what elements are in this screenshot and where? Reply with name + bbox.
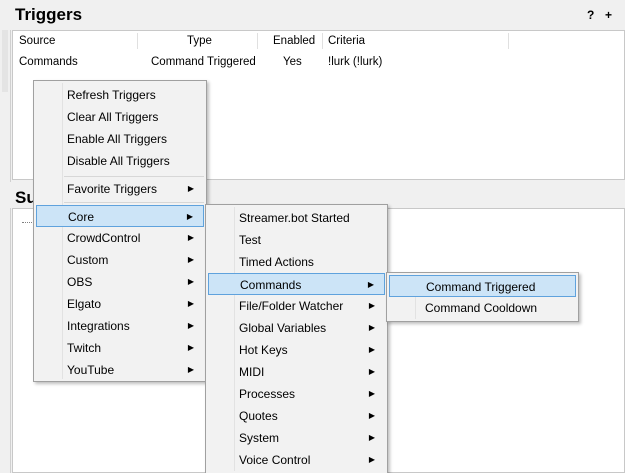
left-panel-scroll [2, 30, 8, 92]
triggers-title: Triggers [15, 5, 83, 24]
chevron-right-icon: ▶ [187, 299, 194, 308]
menu-item-processes[interactable]: Processes ▶ [208, 383, 385, 405]
menu-item-label: CrowdControl [67, 231, 141, 245]
chevron-right-icon: ▶ [368, 411, 375, 420]
chevron-right-icon: ▶ [187, 233, 194, 242]
menu-item-elgato[interactable]: Elgato ▶ [36, 293, 204, 315]
menu-item-label: Streamer.bot Started [239, 211, 350, 225]
menu-item-label: Processes [239, 387, 296, 401]
menu-item-label: OBS [67, 275, 93, 289]
menu-item-label: System [239, 431, 280, 445]
menu-item-clear-all-triggers[interactable]: Clear All Triggers [36, 106, 204, 128]
menu-item-label: Refresh Triggers [67, 88, 156, 102]
menu-item-obs[interactable]: OBS ▶ [36, 271, 204, 293]
column-header-source[interactable]: Source [19, 31, 55, 51]
menu-item-test[interactable]: Test [208, 229, 385, 251]
menu-item-label: File/Folder Watcher [239, 299, 344, 313]
menu-item-favorite-triggers[interactable]: Favorite Triggers ▶ [36, 178, 204, 200]
menu-item-youtube[interactable]: YouTube ▶ [36, 359, 204, 381]
menu-item-global-variables[interactable]: Global Variables ▶ [208, 317, 385, 339]
chevron-right-icon: ▶ [187, 365, 194, 374]
chevron-right-icon: ▶ [368, 433, 375, 442]
menu-item-label: Voice Control [239, 453, 311, 467]
menu-item-streamerbot-started[interactable]: Streamer.bot Started [208, 207, 385, 229]
column-header-enabled[interactable]: Enabled [273, 31, 315, 51]
column-separator[interactable] [322, 33, 323, 49]
menu-item-label: Command Triggered [426, 280, 536, 294]
menu-item-label: Clear All Triggers [67, 110, 159, 124]
chevron-right-icon: ▶ [368, 367, 375, 376]
triggers-header-icons: ? + [585, 8, 625, 24]
menu-item-label: Favorite Triggers [67, 182, 158, 196]
chevron-right-icon: ▶ [368, 301, 375, 310]
chevron-right-icon: ▶ [187, 321, 194, 330]
menu-item-command-triggered[interactable]: Command Triggered [389, 275, 576, 297]
menu-item-commands[interactable]: Commands ▶ [208, 273, 385, 295]
menu-item-label: Core [68, 210, 95, 224]
menu-item-integrations[interactable]: Integrations ▶ [36, 315, 204, 337]
cell-criteria[interactable]: !lurk (!lurk) [328, 53, 382, 71]
menu-item-label: MIDI [239, 365, 265, 379]
chevron-right-icon: ▶ [368, 323, 375, 332]
menu-item-midi[interactable]: MIDI ▶ [208, 361, 385, 383]
menu-item-label: Disable All Triggers [67, 154, 170, 168]
menu-item-label: Command Cooldown [425, 301, 538, 315]
menu-item-label: Hot Keys [239, 343, 288, 357]
context-menu-core: Streamer.bot Started Test Timed Actions … [205, 204, 388, 473]
menu-item-label: Commands [240, 278, 302, 292]
menu-item-custom[interactable]: Custom ▶ [36, 249, 204, 271]
menu-item-hot-keys[interactable]: Hot Keys ▶ [208, 339, 385, 361]
chevron-right-icon: ▶ [187, 255, 194, 264]
menu-item-label: Quotes [239, 409, 278, 423]
menu-item-label: Global Variables [239, 321, 327, 335]
chevron-right-icon: ▶ [187, 277, 194, 286]
cell-source[interactable]: Commands [19, 53, 78, 71]
menu-item-twitch[interactable]: Twitch ▶ [36, 337, 204, 359]
menu-item-core[interactable]: Core ▶ [36, 205, 204, 227]
context-menu-commands: Command Triggered Command Cooldown [386, 272, 579, 322]
menu-item-file-folder-watcher[interactable]: File/Folder Watcher ▶ [208, 295, 385, 317]
help-icon[interactable]: ? [587, 8, 594, 22]
chevron-right-icon: ▶ [368, 455, 375, 464]
cell-enabled[interactable]: Yes [283, 53, 302, 71]
menu-item-refresh-triggers[interactable]: Refresh Triggers [36, 84, 204, 106]
menu-separator [64, 202, 204, 203]
context-menu-triggers: Refresh Triggers Clear All Triggers Enab… [33, 80, 207, 382]
menu-item-label: Timed Actions [239, 255, 314, 269]
menu-item-crowdcontrol[interactable]: CrowdControl ▶ [36, 227, 204, 249]
column-header-criteria[interactable]: Criteria [328, 31, 365, 51]
column-header-type[interactable]: Type [187, 31, 212, 51]
chevron-right-icon: ▶ [367, 280, 374, 289]
triggers-header [10, 0, 625, 30]
menu-item-voice-control[interactable]: Voice Control ▶ [208, 449, 385, 471]
add-icon[interactable]: + [605, 8, 612, 22]
menu-separator [64, 176, 204, 177]
menu-item-label: Enable All Triggers [67, 132, 168, 146]
menu-item-label: Custom [67, 253, 109, 267]
chevron-right-icon: ▶ [186, 212, 193, 221]
menu-item-system[interactable]: System ▶ [208, 427, 385, 449]
menu-item-label: YouTube [67, 363, 115, 377]
menu-item-disable-all-triggers[interactable]: Disable All Triggers [36, 150, 204, 172]
chevron-right-icon: ▶ [187, 184, 194, 193]
menu-item-label: Elgato [67, 297, 102, 311]
column-separator[interactable] [508, 33, 509, 49]
column-separator[interactable] [257, 33, 258, 49]
menu-item-timed-actions[interactable]: Timed Actions [208, 251, 385, 273]
cell-type[interactable]: Command Triggered [151, 53, 256, 71]
chevron-right-icon: ▶ [368, 345, 375, 354]
menu-item-enable-all-triggers[interactable]: Enable All Triggers [36, 128, 204, 150]
menu-item-label: Test [239, 233, 262, 247]
chevron-right-icon: ▶ [368, 389, 375, 398]
menu-item-command-cooldown[interactable]: Command Cooldown [389, 297, 576, 319]
menu-item-label: Twitch [67, 341, 102, 355]
menu-item-label: Integrations [67, 319, 130, 333]
column-separator[interactable] [137, 33, 138, 49]
menu-item-quotes[interactable]: Quotes ▶ [208, 405, 385, 427]
chevron-right-icon: ▶ [187, 343, 194, 352]
